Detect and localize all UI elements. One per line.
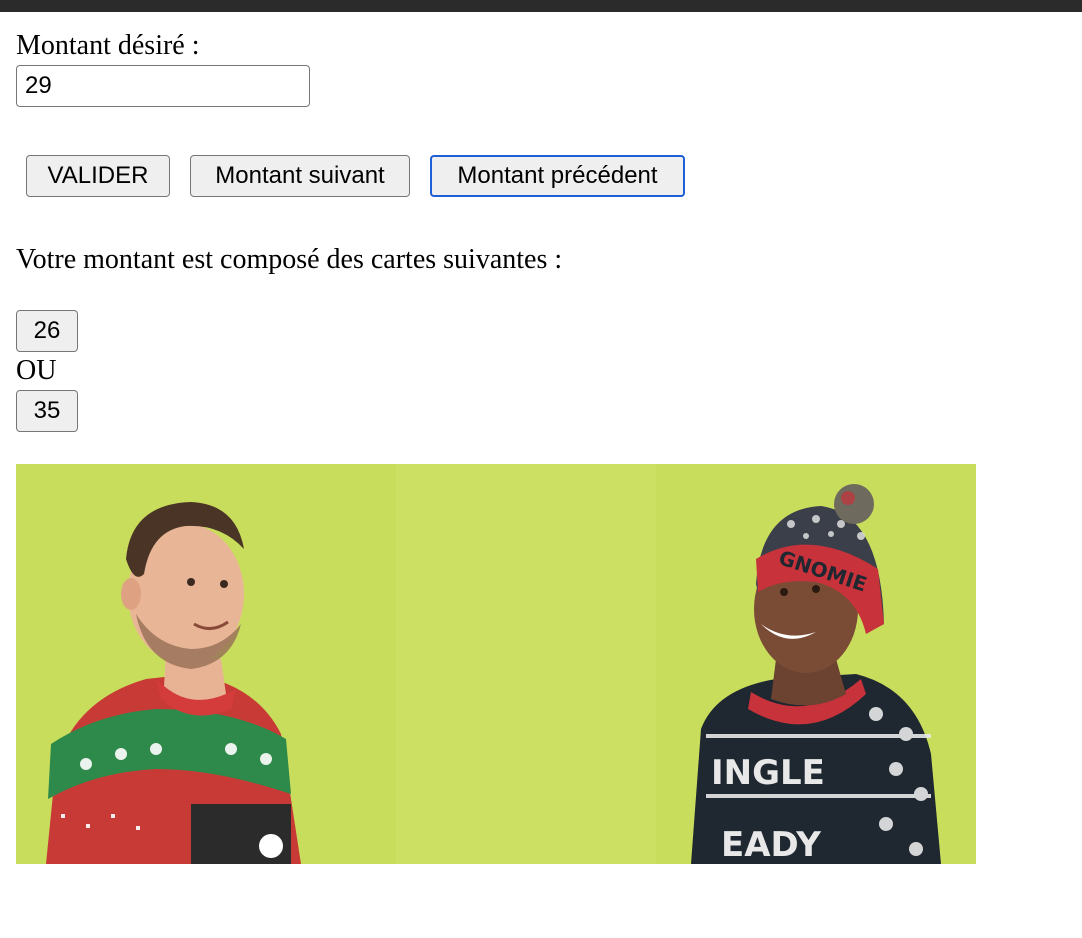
photo-illustration: INGLE EADY GNOMIE (16, 464, 976, 864)
or-separator: OU (16, 355, 57, 386)
sweater-text-line1: INGLE (711, 753, 825, 793)
window-top-bar (0, 0, 1082, 12)
holiday-sweaters-photo: INGLE EADY GNOMIE (16, 464, 976, 864)
result-intro-text: Votre montant est composé des cartes sui… (16, 244, 563, 275)
amount-input[interactable] (16, 65, 310, 107)
validate-button[interactable]: VALIDER (26, 155, 170, 197)
next-amount-button[interactable]: Montant suivant (190, 155, 410, 197)
card-option-button[interactable]: 26 (16, 310, 78, 352)
previous-amount-button[interactable]: Montant précédent (430, 155, 685, 197)
amount-label: Montant désiré : (16, 30, 200, 61)
sweater-text-line2: EADY (721, 825, 821, 864)
card-option-button[interactable]: 35 (16, 390, 78, 432)
